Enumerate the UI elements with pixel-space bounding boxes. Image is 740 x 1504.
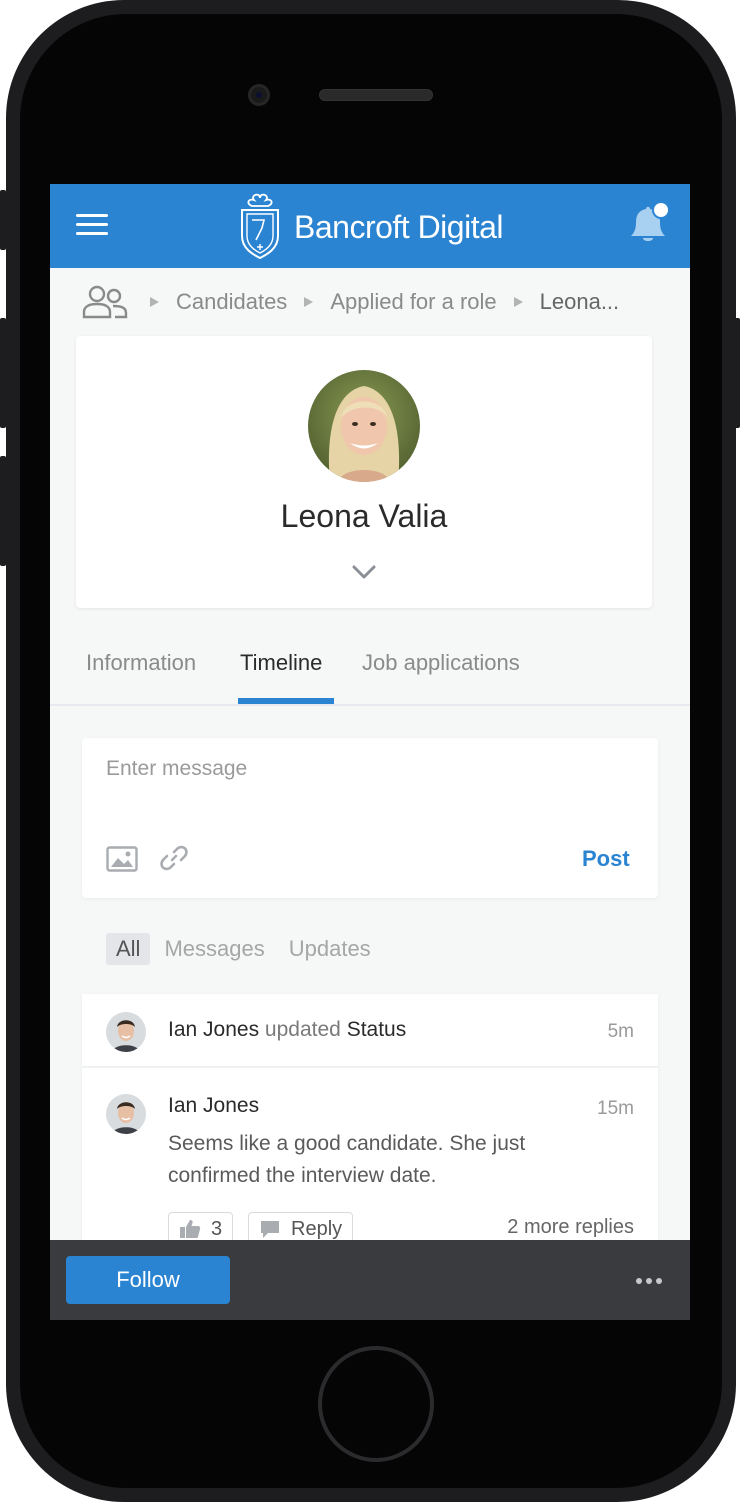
breadcrumb: Candidates Applied for a role Leona... — [50, 268, 690, 336]
comment-icon — [261, 1221, 279, 1238]
more-replies-link[interactable]: 2 more replies — [507, 1216, 634, 1239]
avatar — [308, 370, 420, 482]
notification-dot — [652, 201, 670, 219]
avatar — [106, 1094, 146, 1134]
volume-down-button — [0, 456, 6, 566]
profile-card: Leona Valia — [76, 336, 652, 608]
image-icon[interactable] — [106, 846, 138, 872]
app-screen: Bancroft Digital Candidates Applied for … — [50, 184, 690, 1320]
hamburger-icon[interactable] — [76, 214, 108, 236]
mute-switch — [0, 190, 6, 250]
active-tab-indicator — [238, 698, 334, 704]
update-text: Ian Jones updated Status — [168, 1018, 406, 1042]
breadcrumb-separator — [150, 297, 159, 307]
feed-filters: All Messages Updates — [106, 932, 385, 966]
message-composer: Post — [82, 738, 658, 898]
power-button — [734, 318, 740, 428]
comment-text: Seems like a good candidate. She just co… — [168, 1132, 526, 1187]
brand-logo[interactable]: Bancroft Digital — [236, 190, 536, 264]
filter-messages[interactable]: Messages — [154, 933, 274, 965]
tab-bar: Information Timeline Job applications — [50, 628, 690, 706]
comment-author[interactable]: Ian Jones — [168, 1094, 259, 1118]
tab-job-applications[interactable]: Job applications — [362, 650, 520, 676]
breadcrumb-separator — [513, 297, 523, 307]
people-icon[interactable] — [82, 285, 128, 319]
volume-up-button — [0, 318, 6, 428]
message-input[interactable] — [106, 754, 566, 784]
update-author[interactable]: Ian Jones — [168, 1018, 259, 1041]
follow-button[interactable]: Follow — [66, 1256, 230, 1304]
home-button[interactable] — [318, 1346, 434, 1462]
chevron-down-icon[interactable] — [352, 564, 376, 580]
brand-name: Bancroft Digital — [294, 208, 503, 245]
link-icon[interactable] — [160, 844, 188, 872]
reply-label: Reply — [291, 1217, 343, 1240]
like-count: 3 — [211, 1217, 223, 1240]
crest-icon — [241, 193, 279, 260]
more-icon[interactable] — [636, 1278, 662, 1284]
camera — [248, 84, 270, 106]
breadcrumb-current: Leona... — [539, 289, 620, 314]
filter-updates[interactable]: Updates — [279, 933, 381, 965]
app-bar: Bancroft Digital — [50, 184, 690, 268]
breadcrumb-separator — [304, 297, 314, 307]
speaker — [319, 89, 433, 101]
tab-timeline[interactable]: Timeline — [240, 650, 322, 676]
update-time: 5m — [607, 1021, 634, 1042]
thumbs-up-icon — [180, 1220, 201, 1238]
filter-all[interactable]: All — [106, 933, 151, 965]
breadcrumb-applied-for-role[interactable]: Applied for a role — [330, 289, 496, 315]
breadcrumb-candidates[interactable]: Candidates — [176, 289, 287, 315]
update-action: updated — [264, 1018, 341, 1041]
avatar — [106, 1012, 146, 1052]
profile-name: Leona Valia — [280, 498, 448, 534]
post-button[interactable]: Post — [582, 846, 630, 872]
list-item[interactable]: Ian Jones updated Status 5m — [82, 994, 658, 1068]
tab-information[interactable]: Information — [86, 650, 196, 676]
timeline-feed: Ian Jones updated Status 5m Ian Jones 15… — [82, 994, 658, 1246]
update-field: Status — [346, 1018, 407, 1041]
bottom-action-bar: Follow — [50, 1240, 690, 1320]
comment-time: 15m — [597, 1098, 634, 1119]
